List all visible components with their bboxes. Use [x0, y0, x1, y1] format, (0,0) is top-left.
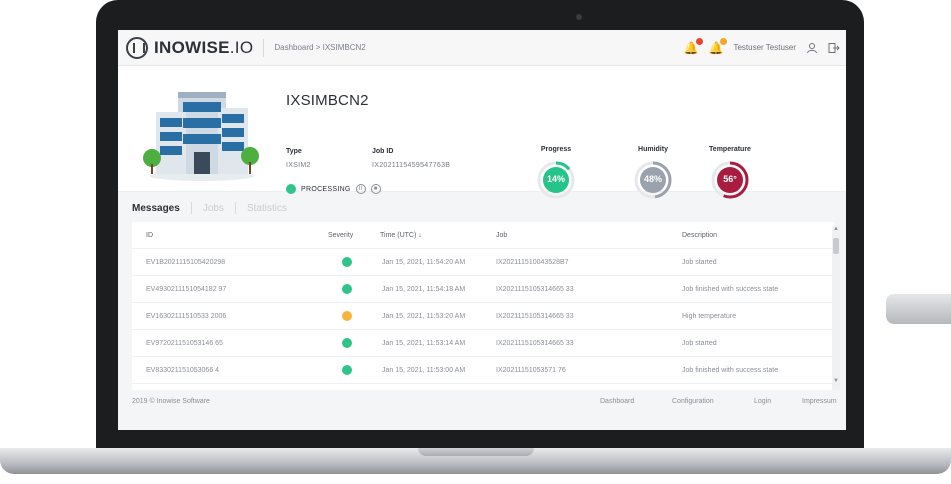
- cell-description: High temperature: [682, 313, 737, 320]
- alert-badge-orange: [720, 37, 728, 45]
- stop-icon[interactable]: ■: [370, 184, 381, 194]
- footer-link-impressum[interactable]: Impressum: [802, 398, 837, 405]
- notification-badge-red: [695, 37, 703, 45]
- col-description-header[interactable]: Description: [682, 232, 717, 239]
- col-id-header[interactable]: ID: [146, 232, 153, 239]
- scroll-up-icon[interactable]: ▲: [833, 226, 839, 232]
- col-job-header[interactable]: Job: [496, 232, 507, 239]
- notification-bell-icon[interactable]: 🔔: [684, 37, 703, 55]
- jobid-label: Job ID: [372, 148, 394, 155]
- table-row[interactable]: EV972021151053146 65 Jan 15, 2021, 11:53:…: [132, 330, 834, 357]
- severity-indicator: [342, 311, 352, 321]
- cell-job: IX202111510043528B7: [496, 259, 569, 266]
- table-row[interactable]: EV833021151053066 4 Jan 15, 2021, 11:53:0…: [132, 357, 834, 384]
- table-header-row: ID Severity Time (UTC) ↓ Job Description: [132, 222, 834, 249]
- cell-time: Jan 15, 2021, 11:54:18 AM: [382, 286, 466, 293]
- pause-icon[interactable]: II: [355, 184, 366, 194]
- cell-id: EV833021151053066 4: [146, 367, 220, 374]
- cell-time: Jan 15, 2021, 11:53:20 AM: [382, 313, 466, 320]
- gauge-value-temperature: 56°: [723, 174, 737, 184]
- type-value: IXSIM2: [286, 162, 311, 169]
- cell-time: Jan 15, 2021, 11:53:14 AM: [382, 340, 466, 347]
- severity-indicator: [342, 284, 352, 294]
- type-label: Type: [286, 148, 302, 155]
- cell-time: Jan 15, 2021, 11:53:00 AM: [382, 367, 466, 374]
- footer-link-configuration[interactable]: Configuration: [672, 398, 714, 405]
- header-actions: 🔔 🔔 Testuser Testuser: [684, 37, 840, 55]
- laptop-notch: [418, 448, 534, 456]
- cell-description: Job started: [682, 259, 717, 266]
- tab-messages[interactable]: Messages: [132, 203, 180, 214]
- job-status: PROCESSING II ■: [286, 184, 381, 194]
- gauge-label-progress: Progress: [540, 146, 572, 153]
- footer-link-login[interactable]: Login: [754, 398, 771, 405]
- gauge-value-progress: 14%: [546, 174, 565, 184]
- app-header: INOWISE.IO Dashboard > IXSIMBCN2 🔔 🔔 Tes…: [118, 30, 846, 66]
- tab-divider: [190, 202, 192, 214]
- table-row[interactable]: EV1B2021115105420298 Jan 15, 2021, 11:54:…: [132, 249, 834, 276]
- gauge-value-humidity: 48%: [643, 174, 662, 184]
- cell-job: IX20211151053571 76: [496, 367, 566, 374]
- laptop-mockup: INOWISE.IO Dashboard > IXSIMBCN2 🔔 🔔 Tes…: [0, 0, 951, 484]
- logo[interactable]: INOWISE.IO: [126, 36, 254, 59]
- building-illustration: [143, 92, 259, 181]
- header-divider: [263, 38, 265, 57]
- job-summary-card: IXSIMBCN2 Type IXSIM2 Job ID IX202111545…: [118, 66, 846, 199]
- logout-icon[interactable]: [828, 42, 840, 54]
- cell-description: Job finished with success state: [682, 286, 779, 293]
- tab-divider: [234, 202, 236, 214]
- app-screen: INOWISE.IO Dashboard > IXSIMBCN2 🔔 🔔 Tes…: [118, 30, 846, 430]
- tab-bar: Messages Jobs Statistics: [132, 202, 287, 214]
- logo-icon: [126, 36, 148, 59]
- tab-statistics[interactable]: Statistics: [247, 203, 287, 214]
- gauge-label-temperature: Temperature: [709, 146, 751, 153]
- alert-bell-icon[interactable]: 🔔: [709, 37, 728, 55]
- copyright-text: 2019 © Inowise Software: [132, 398, 210, 405]
- user-name[interactable]: Testuser Testuser: [733, 43, 796, 52]
- gauge-humidity: 48%: [633, 160, 673, 200]
- severity-indicator: [342, 257, 352, 267]
- footer-link-dashboard[interactable]: Dashboard: [600, 398, 634, 405]
- job-title: IXSIMBCN2: [286, 92, 369, 109]
- cell-time: Jan 15, 2021, 11:54:20 AM: [382, 259, 466, 266]
- severity-indicator: [342, 365, 352, 375]
- table-scrollbar[interactable]: ▲ ▼: [832, 226, 840, 390]
- breadcrumb[interactable]: Dashboard > IXSIMBCN2: [274, 43, 365, 52]
- gauge-label-humidity: Humidity: [638, 146, 668, 153]
- logo-text: INOWISE.IO: [154, 37, 254, 57]
- cell-id: EV972021151053146 65: [146, 340, 223, 347]
- severity-indicator: [342, 338, 352, 348]
- cell-description: Job finished with success state: [682, 367, 779, 374]
- status-indicator: [286, 184, 296, 194]
- jobid-value: IX2021115459547763B: [372, 162, 451, 169]
- tab-jobs[interactable]: Jobs: [203, 203, 224, 214]
- cell-id: EV1B2021115105420298: [146, 259, 226, 266]
- gauge-progress: 14%: [536, 160, 576, 200]
- user-icon[interactable]: [806, 42, 818, 54]
- cell-description: Job started: [682, 340, 717, 347]
- col-severity-header[interactable]: Severity: [328, 232, 353, 239]
- cell-job: IX2021115105314665 33: [496, 340, 574, 347]
- gauge-temperature: 56°: [710, 160, 750, 200]
- scrollbar-thumb[interactable]: [833, 238, 839, 254]
- col-time-header[interactable]: Time (UTC) ↓: [380, 232, 422, 239]
- messages-table: ID Severity Time (UTC) ↓ Job Description…: [132, 222, 834, 390]
- cell-id: EV16302111510533 2006: [146, 313, 227, 320]
- cell-job: IX2021115105314665 33: [496, 286, 574, 293]
- scroll-down-icon[interactable]: ▼: [833, 378, 839, 384]
- camera: [576, 14, 582, 20]
- table-row[interactable]: EV4930211151054182 97 Jan 15, 2021, 11:54…: [132, 276, 834, 303]
- table-row[interactable]: EV16302111510533 2006 Jan 15, 2021, 11:53…: [132, 303, 834, 330]
- cell-job: IX2021115105314665 33: [496, 313, 574, 320]
- background-device: [886, 294, 951, 324]
- status-text: PROCESSING: [301, 185, 351, 193]
- cell-id: EV4930211151054182 97: [146, 286, 227, 293]
